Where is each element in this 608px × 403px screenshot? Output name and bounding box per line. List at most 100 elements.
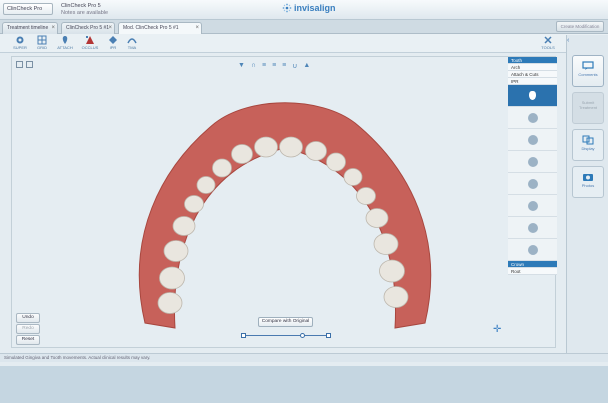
create-modification-button[interactable]: Create Modification: [556, 21, 604, 32]
attachment-icon: [62, 36, 68, 44]
tool-label: Grid: [37, 45, 47, 50]
tooth-panel-item-crown[interactable]: Crown: [508, 261, 557, 268]
tip-tool[interactable]: [508, 129, 557, 151]
grid-tool[interactable]: Grid: [32, 35, 52, 50]
tool-label: IPR: [109, 45, 117, 50]
view-arch-icon[interactable]: ∩: [251, 62, 256, 70]
collapse-panel-icon[interactable]: ‹: [567, 37, 569, 44]
background-area: [0, 366, 608, 403]
submit-button[interactable]: Submit Treatment: [572, 92, 604, 124]
translate-icon: [527, 200, 538, 211]
rotate-icon: [527, 112, 538, 123]
ipr-tool[interactable]: IPR: [103, 35, 123, 50]
app-menu-button[interactable]: ClinCheck Pro: [3, 3, 53, 15]
split-view-icon[interactable]: [26, 61, 33, 68]
tooth[interactable]: [157, 292, 183, 314]
app-info: ClinCheck Pro 5 Notes are available: [61, 3, 108, 17]
torque-icon: [527, 156, 538, 167]
slider-knob[interactable]: [300, 333, 306, 338]
tab-clincheck-pro[interactable]: ClinCheck Pro 5 #1 ×: [61, 22, 115, 34]
translate-tool[interactable]: [508, 195, 557, 217]
display-icon: [582, 135, 594, 145]
view-front-icon[interactable]: ≡: [262, 62, 266, 70]
tab-treatment-timeline[interactable]: Treatment timeline ×: [2, 22, 58, 34]
brand-logo: invisalign: [282, 3, 336, 13]
move-tool[interactable]: [508, 239, 557, 261]
compare-slider[interactable]: [241, 333, 331, 339]
photos-label: Photos: [581, 183, 595, 188]
intrude-tool[interactable]: [508, 217, 557, 239]
tooth[interactable]: [383, 286, 409, 308]
navigation-compass-icon[interactable]: ✛: [493, 325, 503, 335]
tooth-select-tool[interactable]: [508, 85, 557, 107]
tooth[interactable]: [212, 158, 232, 178]
view-side-icon[interactable]: ≡: [272, 62, 276, 70]
tooth[interactable]: [279, 136, 303, 158]
tooth-panel-item-tooth[interactable]: Tooth: [508, 57, 557, 64]
tab-bar: Treatment timeline × ClinCheck Pro 5 #1 …: [0, 20, 608, 42]
tooth[interactable]: [356, 187, 376, 205]
close-icon[interactable]: ×: [108, 23, 112, 34]
close-icon[interactable]: ×: [51, 23, 55, 34]
attach-tool[interactable]: Attach: [55, 35, 75, 50]
tab-label: ClinCheck Pro 5 #1: [66, 25, 110, 31]
clincheck-window: ClinCheck Pro ClinCheck Pro 5 Notes are …: [0, 0, 608, 366]
tools-icon: [544, 36, 552, 44]
status-bar: Simulated Gingiva and Tooth movements. A…: [0, 353, 608, 362]
redo-button[interactable]: Redo: [16, 324, 40, 334]
tooth[interactable]: [163, 240, 189, 262]
slider-track: [244, 335, 328, 336]
extrude-tool[interactable]: [508, 173, 557, 195]
toolbar: Super Grid Attach Occlus IPR TMA Tools: [0, 34, 608, 53]
tooth[interactable]: [326, 152, 346, 172]
display-label: Display: [581, 146, 595, 151]
grid-icon: [37, 35, 47, 45]
comments-button[interactable]: Comments: [572, 55, 604, 87]
view-lower-icon[interactable]: ▲: [303, 62, 310, 70]
tooth[interactable]: [254, 136, 278, 158]
tooth-panel-item-ipr[interactable]: IPR: [508, 78, 557, 85]
tooth[interactable]: [343, 168, 363, 186]
occlusion-tool[interactable]: Occlus: [80, 35, 100, 50]
tool-label: Tools: [541, 45, 555, 50]
super-tool[interactable]: Super: [10, 35, 30, 50]
dental-arch-model[interactable]: [120, 88, 450, 338]
torque-tool[interactable]: [508, 151, 557, 173]
tooth[interactable]: [373, 233, 399, 255]
tooth[interactable]: [365, 208, 389, 228]
tab-modification[interactable]: Mod. ClinCheck Pro 5 #1 01/07/2017 ×: [118, 22, 202, 42]
tooth-panel-item-root[interactable]: Root: [508, 268, 557, 275]
slider-end-handle[interactable]: [326, 333, 331, 338]
tooth[interactable]: [184, 195, 204, 213]
tma-icon: [127, 38, 137, 44]
view-lower-arch-icon[interactable]: ∪: [292, 62, 297, 70]
view-bottom-icon[interactable]: ≡: [282, 62, 286, 70]
slider-start-handle[interactable]: [241, 333, 246, 338]
display-button[interactable]: Display: [572, 129, 604, 161]
notes-status: Notes are available: [61, 10, 109, 16]
tooth[interactable]: [379, 259, 405, 283]
tool-label: Occlus: [81, 45, 99, 50]
rotate-tool[interactable]: [508, 107, 557, 129]
move-icon: [527, 244, 538, 255]
single-view-icon[interactable]: [16, 61, 23, 68]
undo-button[interactable]: Undo: [16, 313, 40, 323]
tooth-icon: [529, 91, 536, 100]
tooth-panel-item-arch[interactable]: Arch: [508, 64, 557, 71]
tooth[interactable]: [231, 144, 253, 164]
tooth-panel-item-attach[interactable]: Attach & Cuts: [508, 71, 557, 78]
tma-tool[interactable]: TMA: [122, 35, 142, 50]
view-top-icon[interactable]: ▼: [238, 62, 245, 70]
tooth[interactable]: [159, 266, 185, 290]
close-icon[interactable]: ×: [195, 23, 199, 34]
tip-icon: [527, 134, 538, 145]
submit-sublabel: Treatment: [578, 105, 598, 110]
tooth[interactable]: [305, 141, 327, 161]
tooth[interactable]: [196, 176, 216, 194]
tools-menu[interactable]: Tools: [538, 35, 558, 50]
tooth[interactable]: [172, 216, 196, 236]
title-bar: ClinCheck Pro ClinCheck Pro 5 Notes are …: [0, 0, 608, 20]
reset-button[interactable]: Reset: [16, 335, 40, 345]
compare-with-original-button[interactable]: Compare with Original: [258, 317, 313, 327]
photos-button[interactable]: Photos: [572, 166, 604, 198]
